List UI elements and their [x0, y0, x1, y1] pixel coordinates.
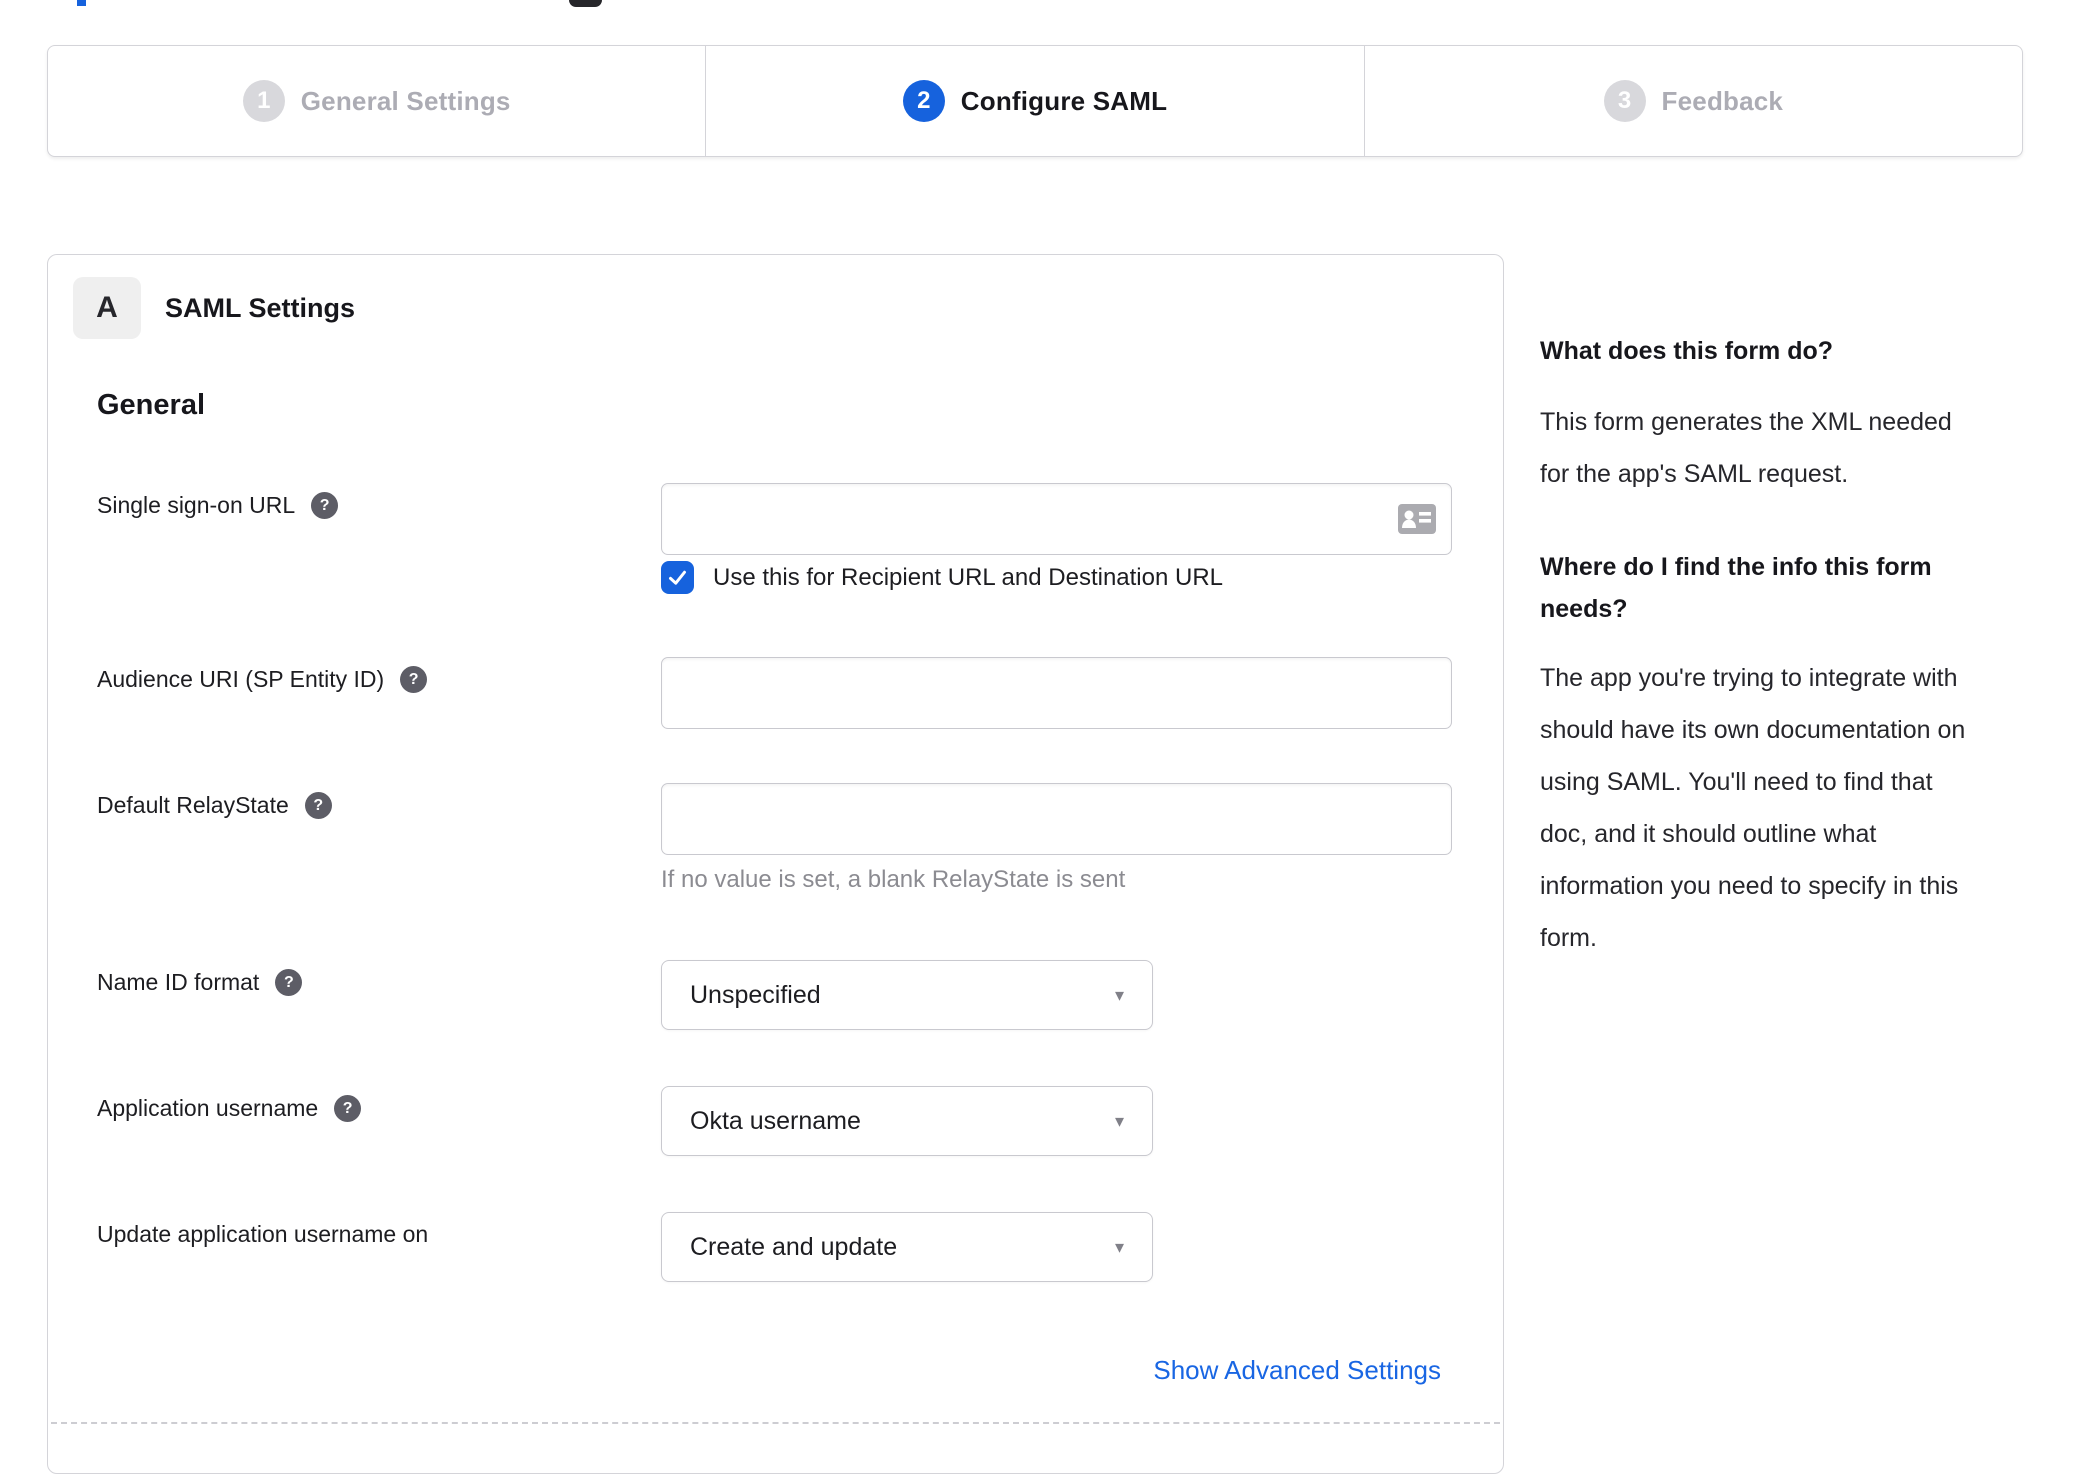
show-advanced-settings-link[interactable]: Show Advanced Settings — [1153, 1355, 1441, 1386]
cropped-icon-fragment — [569, 0, 602, 7]
nameid-format-label: Name ID format ? — [97, 969, 303, 996]
audience-uri-label: Audience URI (SP Entity ID) ? — [97, 666, 428, 693]
step-feedback[interactable]: 3 Feedback — [1363, 46, 2022, 156]
relaystate-hint: If no value is set, a blank RelayState i… — [661, 866, 1126, 893]
nameid-format-selected-value: Unspecified — [690, 980, 821, 1009]
sidebar-answer-2-line: doc, and it should outline what — [1540, 820, 1877, 848]
step-3-number-badge: 3 — [1603, 80, 1646, 122]
wizard-stepper: 1 General Settings 2 Configure SAML 3 Fe… — [47, 45, 2023, 157]
application-username-label: Application username ? — [97, 1095, 362, 1122]
step-2-number-badge: 2 — [902, 80, 945, 122]
update-username-select[interactable]: Create and update ▾ — [661, 1212, 1153, 1282]
sso-url-input[interactable] — [661, 483, 1452, 555]
chevron-down-icon: ▾ — [1114, 984, 1124, 1005]
recipient-url-checkbox-row: Use this for Recipient URL and Destinati… — [661, 561, 1223, 594]
update-username-label-text: Update application username on — [97, 1221, 429, 1247]
relaystate-label-text: Default RelayState — [97, 792, 289, 818]
sso-url-label: Single sign-on URL ? — [97, 492, 339, 519]
relaystate-input[interactable] — [661, 783, 1452, 855]
step-general-settings[interactable]: 1 General Settings — [48, 46, 705, 156]
audience-uri-label-text: Audience URI (SP Entity ID) — [97, 666, 385, 692]
cropped-page-title-fragment — [77, 0, 86, 6]
sidebar-answer-2-line: using SAML. You'll need to find that — [1540, 768, 1933, 796]
nameid-format-help-icon[interactable]: ? — [275, 969, 303, 996]
step-3-label: Feedback — [1661, 85, 1784, 116]
sidebar-answer-1-line: for the app's SAML request. — [1540, 460, 1849, 488]
application-username-selected-value: Okta username — [690, 1106, 861, 1135]
section-title: SAML Settings — [165, 292, 356, 323]
sidebar-question-2: Where do I find the info this form needs… — [1540, 546, 2088, 630]
relaystate-label: Default RelayState ? — [97, 792, 332, 819]
update-username-selected-value: Create and update — [690, 1232, 898, 1261]
application-username-select[interactable]: Okta username ▾ — [661, 1086, 1153, 1156]
saml-settings-panel: A SAML Settings General Single sign-on U… — [47, 254, 1504, 1474]
sso-url-input-wrap — [661, 483, 1452, 555]
sidebar-answer-2-line: should have its own documentation on — [1540, 716, 1966, 744]
nameid-format-label-text: Name ID format — [97, 969, 260, 995]
sidebar-question-2-line: Where do I find the info this form — [1540, 553, 1932, 581]
chevron-down-icon: ▾ — [1114, 1110, 1124, 1131]
recipient-url-checkbox-label: Use this for Recipient URL and Destinati… — [713, 563, 1224, 591]
sidebar-question-1: What does this form do? — [1540, 337, 1834, 365]
step-1-label: General Settings — [300, 85, 511, 116]
sidebar-answer-2-line: information you need to specify in this — [1540, 872, 1959, 900]
general-group-heading: General — [97, 389, 205, 421]
chevron-down-icon: ▾ — [1114, 1236, 1124, 1257]
update-username-label: Update application username on — [97, 1221, 428, 1248]
recipient-url-checkbox[interactable] — [661, 561, 694, 594]
contact-card-icon — [1398, 504, 1436, 534]
help-sidebar: What does this form do? This form genera… — [1540, 330, 2088, 964]
sso-url-help-icon[interactable]: ? — [311, 492, 339, 519]
nameid-format-select[interactable]: Unspecified ▾ — [661, 960, 1153, 1030]
section-a-badge: A — [73, 277, 141, 339]
audience-uri-help-icon[interactable]: ? — [400, 666, 428, 693]
checkmark-icon — [669, 570, 686, 585]
application-username-help-icon[interactable]: ? — [334, 1095, 362, 1122]
sidebar-answer-2-line: form. — [1540, 924, 1597, 952]
application-username-label-text: Application username — [97, 1095, 319, 1121]
step-1-number-badge: 1 — [242, 80, 285, 122]
section-dashed-divider — [51, 1422, 1500, 1424]
audience-uri-input[interactable] — [661, 657, 1452, 729]
step-2-label: Configure SAML — [960, 85, 1168, 116]
sidebar-answer-1-line: This form generates the XML needed — [1540, 408, 1952, 436]
relaystate-help-icon[interactable]: ? — [304, 792, 332, 819]
sidebar-question-2-line: needs? — [1540, 595, 1628, 623]
step-configure-saml[interactable]: 2 Configure SAML — [705, 46, 1363, 156]
sidebar-answer-2-line: The app you're trying to integrate with — [1540, 664, 1958, 692]
sso-url-label-text: Single sign-on URL — [97, 492, 296, 518]
